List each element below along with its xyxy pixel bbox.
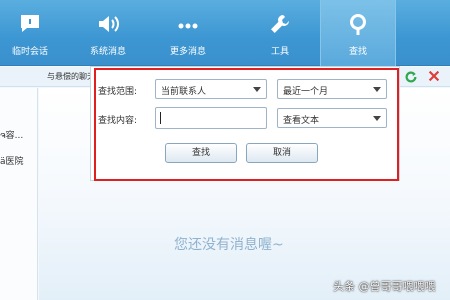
toolbar-search-label: 查找 bbox=[348, 47, 367, 57]
toolbar-temp-chat-button[interactable]: 临时会话 bbox=[0, 0, 60, 66]
toolbar-more-msg-label: 更多消息 bbox=[169, 47, 206, 57]
contact-item[interactable]: ຈ容... bbox=[0, 128, 23, 141]
view-mode-value: 查看文本 bbox=[283, 116, 320, 126]
toolbar-system-msg-button[interactable]: 系统消息 bbox=[78, 0, 138, 66]
search-content-label: 查找内容: bbox=[98, 116, 138, 126]
view-mode-select[interactable]: 查看文本 bbox=[277, 108, 387, 128]
search-icon bbox=[350, 14, 366, 35]
toolbar-search-button[interactable]: 查找 bbox=[320, 0, 396, 66]
watermark: 头条 @曾哥哥喂喂喂 bbox=[333, 280, 436, 293]
cancel-button[interactable]: 取消 bbox=[246, 143, 318, 163]
search-scope-label: 查找范围: bbox=[98, 87, 138, 97]
toolbar-more-msg-button[interactable]: 更多消息 bbox=[158, 0, 218, 66]
main-toolbar: 临时会话 系统消息 更多消息 工具 查找 bbox=[0, 0, 450, 66]
chevron-down-icon bbox=[373, 87, 381, 92]
refresh-icon[interactable] bbox=[404, 70, 418, 84]
contact-list-panel: ຈ容... ä医院 bbox=[0, 88, 38, 300]
search-content-input[interactable] bbox=[155, 107, 267, 129]
toolbar-temp-chat-label: 临时会话 bbox=[11, 47, 48, 57]
search-button[interactable]: 查找 bbox=[165, 143, 237, 163]
chevron-down-icon bbox=[253, 87, 261, 92]
search-scope-value: 当前联系人 bbox=[161, 87, 207, 97]
contact-item[interactable]: ä医院 bbox=[0, 154, 24, 167]
search-scope-select[interactable]: 当前联系人 bbox=[155, 79, 267, 99]
wrench-icon bbox=[271, 15, 289, 33]
toolbar-tools-button[interactable]: 工具 bbox=[258, 0, 302, 66]
chat-bubble-icon bbox=[21, 15, 39, 32]
toolbar-system-msg-label: 系统消息 bbox=[89, 47, 126, 57]
close-icon[interactable] bbox=[427, 69, 441, 83]
more-dots-icon bbox=[178, 23, 198, 29]
toolbar-tools-label: 工具 bbox=[270, 47, 289, 57]
text-caret bbox=[160, 112, 161, 124]
chevron-down-icon bbox=[373, 116, 381, 121]
time-range-select[interactable]: 最近一个月 bbox=[277, 79, 387, 99]
speaker-icon bbox=[99, 16, 119, 32]
empty-message: 您还没有消息喔~ bbox=[174, 237, 284, 253]
time-range-value: 最近一个月 bbox=[283, 87, 329, 97]
